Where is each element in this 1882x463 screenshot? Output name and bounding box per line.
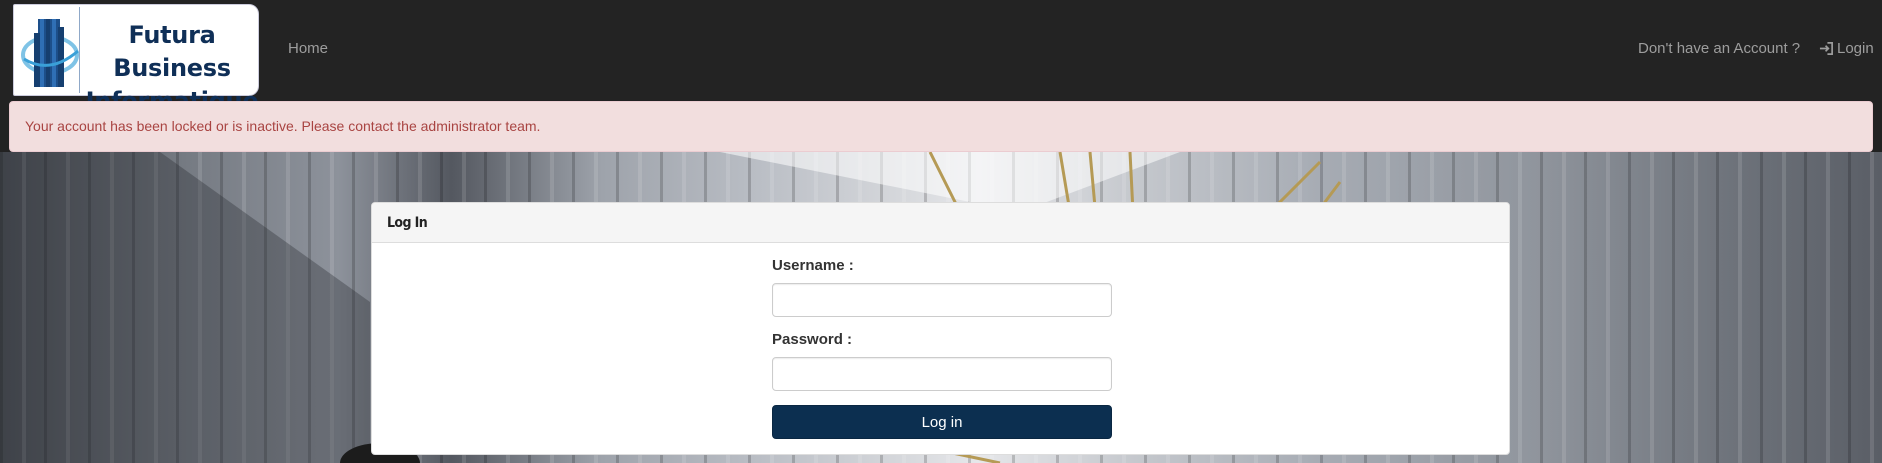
password-label: Password :: [772, 331, 853, 348]
nav-signup-link[interactable]: Don't have an Account ?: [1638, 40, 1800, 57]
company-logo[interactable]: Futura Business Informatique: [13, 4, 259, 115]
login-submit-button[interactable]: Log in: [772, 405, 1112, 439]
password-input[interactable]: [772, 357, 1112, 391]
nav-login-link[interactable]: Login: [1819, 40, 1874, 57]
nav-home-link[interactable]: Home: [288, 40, 328, 57]
username-label: Username :: [772, 257, 854, 274]
brand-line-1: Futura Business: [113, 21, 231, 82]
top-navbar: Futura Business Informatique Home Don't …: [0, 0, 1882, 115]
tower-logo-icon: [21, 19, 79, 87]
nav-login-label: Login: [1837, 40, 1874, 57]
alert-message: Your account has been locked or is inact…: [25, 118, 541, 134]
username-input[interactable]: [772, 283, 1112, 317]
logo-divider: [79, 7, 80, 93]
login-panel-heading: Log In: [372, 203, 1509, 243]
sign-in-icon: [1819, 42, 1833, 55]
login-panel: Log In Username : Password : Log in: [371, 202, 1510, 455]
account-locked-alert: Your account has been locked or is inact…: [9, 101, 1873, 152]
